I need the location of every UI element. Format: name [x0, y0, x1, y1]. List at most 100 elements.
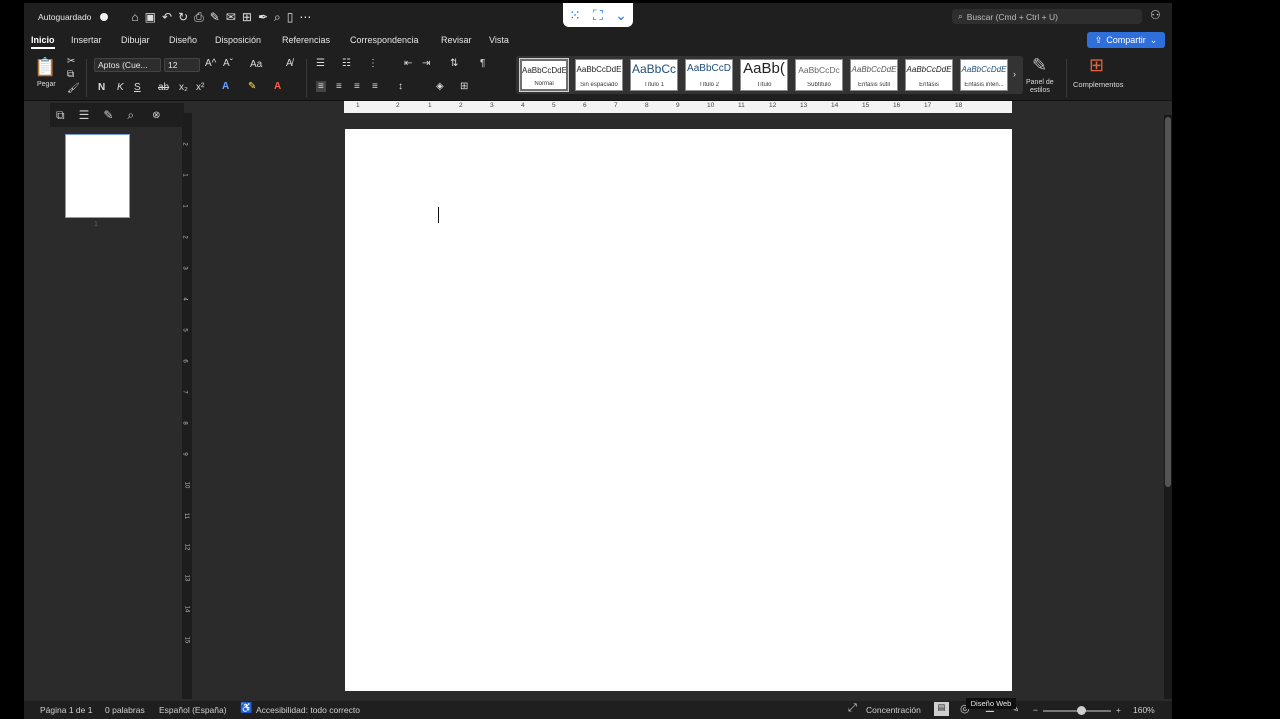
bold-button[interactable]: N	[98, 82, 105, 93]
style-enfasis-intenso[interactable]: AaBbCcDdE Énfasis inten...	[960, 59, 1008, 91]
font-name-select[interactable]: Aptos (Cue...	[94, 58, 161, 72]
style-titulo-2[interactable]: AaBbCcD Título 2	[685, 59, 733, 91]
headings-icon[interactable]: ☰	[79, 108, 90, 122]
page-thumbnail[interactable]	[65, 134, 130, 218]
styles-pane-label-2[interactable]: estilos	[1030, 87, 1050, 94]
multilevel-list-icon[interactable]: ⋮	[368, 58, 378, 69]
addins-icon[interactable]: ⊞	[1089, 55, 1104, 76]
zoom-level[interactable]: 160%	[1133, 705, 1155, 715]
decrease-indent-icon[interactable]: ⇤	[404, 58, 412, 69]
focus-mode[interactable]: Concentración	[866, 705, 921, 715]
grid-dots-icon[interactable]: ⁙	[569, 7, 581, 24]
tab-dibujar[interactable]: Dibujar	[121, 35, 150, 45]
tab-referencias[interactable]: Referencias	[282, 35, 330, 45]
font-size-select[interactable]: 12	[164, 58, 200, 72]
italic-button[interactable]: K	[117, 82, 124, 93]
tab-revisar[interactable]: Revisar	[441, 35, 472, 45]
close-icon[interactable]: ⊗	[152, 110, 160, 121]
style-enfasis[interactable]: AaBbCcDdE Énfasis	[905, 59, 953, 91]
line-spacing-icon[interactable]: ↕	[398, 81, 403, 92]
tab-inicio[interactable]: Inicio	[31, 35, 55, 49]
zoom-slider-thumb[interactable]	[1077, 706, 1086, 715]
align-center-icon[interactable]: ≡	[336, 81, 342, 92]
subscript-button[interactable]: x₂	[179, 82, 188, 93]
gallery-more-icon[interactable]: ›	[1013, 69, 1016, 79]
autosave-toggle[interactable]	[99, 12, 120, 22]
styles-pane-icon[interactable]: ✎	[1032, 55, 1047, 76]
undo-icon[interactable]: ↶	[162, 11, 172, 23]
print-layout-icon[interactable]: ▤	[934, 702, 949, 716]
word-count[interactable]: 0 palabras	[105, 705, 145, 715]
table-icon[interactable]: ⊞	[242, 11, 252, 23]
share-button[interactable]: ⇪ Compartir ⌄	[1087, 32, 1165, 48]
new-doc-icon[interactable]: ▯	[287, 11, 294, 23]
shading-icon[interactable]: ◈	[436, 81, 444, 92]
copy-icon[interactable]: ⧉	[67, 69, 74, 80]
format-painter-icon[interactable]: 🖌	[67, 83, 80, 94]
clear-format-icon[interactable]: A̸	[286, 58, 293, 69]
style-titulo-1[interactable]: AaBbCc Título 1	[630, 59, 678, 91]
justify-icon[interactable]: ≡	[372, 81, 378, 92]
tab-disposicion[interactable]: Disposición	[215, 35, 261, 45]
styles-pane-label[interactable]: Panel de	[1026, 79, 1054, 86]
account-icon[interactable]: ⚇	[1150, 8, 1161, 22]
underline-button[interactable]: S	[134, 82, 141, 93]
borders-icon[interactable]: ⊞	[460, 81, 468, 92]
text-effects-icon[interactable]: A	[222, 81, 229, 92]
save-icon[interactable]: ▣	[145, 11, 156, 23]
show-marks-icon[interactable]: ¶	[480, 58, 485, 69]
strikethrough-button[interactable]: ab	[158, 82, 169, 93]
find-icon[interactable]: ⌕	[274, 11, 281, 23]
chevron-down-icon[interactable]: ⌄	[615, 7, 627, 24]
grow-font-icon[interactable]: A^	[205, 58, 216, 69]
search-box[interactable]: ⌕ Buscar (Cmd + Ctrl + U)	[952, 9, 1142, 24]
paste-icon[interactable]: 📋	[34, 57, 56, 78]
language[interactable]: Español (España)	[159, 705, 227, 715]
vertical-scrollbar[interactable]	[1164, 115, 1172, 699]
style-titulo[interactable]: AaBb( Título	[740, 59, 788, 91]
tab-diseno[interactable]: Diseño	[169, 35, 197, 45]
scrollbar-thumb[interactable]	[1165, 117, 1171, 487]
edit-doc-icon[interactable]: ✎	[210, 11, 220, 23]
zoom-out-button[interactable]: −	[1033, 705, 1038, 715]
cut-icon[interactable]: ✂	[67, 56, 75, 67]
style-enfasis-sutil[interactable]: AaBbCcDdE Énfasis sutil	[850, 59, 898, 91]
sort-icon[interactable]: ⇅	[450, 58, 458, 69]
vertical-ruler[interactable]: 2 1 1 2 3 4 5 6 7 8 9 10 11 12 13 14 15	[182, 113, 192, 699]
paste-label[interactable]: Pegar	[37, 81, 56, 88]
more-icon[interactable]: ⋯	[299, 11, 311, 23]
change-case-button[interactable]: Aa	[250, 59, 262, 70]
pages-icon[interactable]: ⧉	[56, 108, 65, 123]
style-subtitulo[interactable]: AaBbCcDc Subtítulo	[795, 59, 843, 91]
increase-indent-icon[interactable]: ⇥	[422, 58, 430, 69]
redo-icon[interactable]: ↻	[178, 11, 188, 23]
style-name: Énfasis	[919, 82, 939, 88]
tab-insertar[interactable]: Insertar	[71, 35, 102, 45]
bullets-icon[interactable]: ☰	[316, 58, 325, 69]
home-icon[interactable]: ⌂	[131, 11, 138, 23]
search-icon[interactable]: ⌕	[127, 108, 134, 123]
page-count[interactable]: Página 1 de 1	[40, 705, 92, 715]
document-page[interactable]	[345, 129, 1012, 691]
superscript-button[interactable]: x²	[196, 82, 204, 93]
align-right-icon[interactable]: ≡	[354, 81, 360, 92]
mail-icon[interactable]: ✉	[226, 11, 236, 23]
ruler-number: 7	[614, 102, 618, 109]
edit-icon[interactable]: ✎	[103, 108, 113, 122]
style-normal[interactable]: AaBbCcDdE Normal	[519, 58, 569, 92]
tab-vista[interactable]: Vista	[489, 35, 509, 45]
fullscreen-icon[interactable]: ⛶	[593, 7, 603, 24]
zoom-in-button[interactable]: +	[1116, 705, 1121, 715]
print-icon[interactable]: ⎙	[194, 11, 204, 23]
tab-correspondencia[interactable]: Correspondencia	[350, 35, 419, 45]
horizontal-ruler[interactable]: 1 2 1 2 3 4 5 6 7 8 9 10 11 12 13 14 15 16 17 18	[344, 101, 1012, 113]
pen-icon[interactable]: ✒	[258, 11, 268, 23]
highlight-icon[interactable]: ✎	[248, 81, 256, 92]
align-left-icon[interactable]: ≡	[316, 81, 326, 92]
style-sin-espaciado[interactable]: AaBbCcDdE Sin espaciado	[575, 59, 623, 91]
shrink-font-icon[interactable]: Aˇ	[223, 58, 233, 69]
addins-label[interactable]: Complementos	[1073, 80, 1123, 89]
accessibility-status[interactable]: Accesibilidad: todo correcto	[256, 705, 360, 715]
numbering-icon[interactable]: ☷	[342, 58, 351, 69]
font-color-icon[interactable]: A	[274, 81, 281, 92]
